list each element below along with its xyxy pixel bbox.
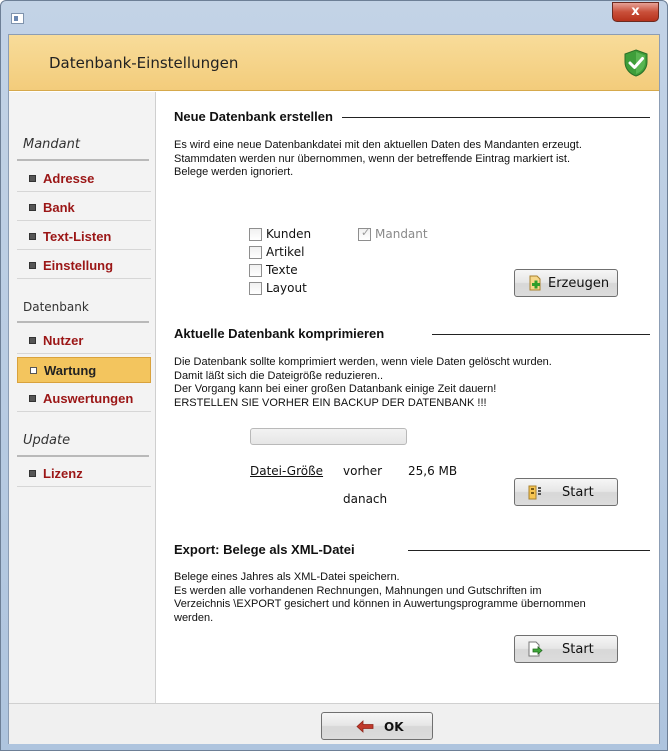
sidebar-item-label: Nutzer bbox=[43, 333, 84, 348]
export-start-button[interactable]: Start bbox=[514, 635, 618, 663]
size-before-label: vorher bbox=[343, 464, 383, 478]
app-icon bbox=[11, 13, 24, 24]
sidebar-item-lizenz[interactable]: Lizenz bbox=[17, 461, 151, 487]
compress-start-button[interactable]: Start bbox=[514, 478, 618, 506]
section-rule bbox=[408, 550, 650, 551]
ok-button[interactable]: OK bbox=[321, 712, 433, 740]
description-line: werden. bbox=[174, 611, 214, 624]
arrow-left-icon bbox=[356, 720, 374, 733]
description-line: Belege eines Jahres als XML-Datei speich… bbox=[174, 571, 400, 583]
button-label: Start bbox=[562, 485, 594, 500]
bullet-icon bbox=[29, 204, 36, 211]
shield-check-icon bbox=[624, 49, 648, 77]
sidebar-item-label: Adresse bbox=[43, 171, 95, 186]
bullet-icon bbox=[29, 262, 36, 269]
sidebar-item-adresse[interactable]: Adresse bbox=[17, 166, 151, 192]
divider bbox=[17, 455, 149, 457]
checkbox-label: Layout bbox=[266, 281, 307, 295]
section-title-compress: Aktuelle Datenbank komprimieren bbox=[174, 326, 385, 341]
description-line: Belege werden ignoriert. bbox=[174, 166, 294, 178]
content-panel: Neue Datenbank erstellen Es wird eine ne… bbox=[156, 92, 659, 703]
button-label: OK bbox=[384, 720, 404, 734]
section-new-description: Es wird eine neue Datenbankdatei mit den… bbox=[174, 139, 654, 180]
description-line: Es werden alle vorhandenen Rechnungen, M… bbox=[174, 584, 542, 597]
description-line: Verzeichnis \EXPORT gesichert und können… bbox=[174, 598, 586, 610]
erzeugen-button[interactable]: Erzeugen bbox=[514, 269, 618, 297]
checkmark-icon: ✓ bbox=[361, 226, 371, 239]
checkbox-label: Kunden bbox=[266, 227, 312, 241]
size-before-value: 25,6 MB bbox=[408, 464, 458, 478]
sidebar-item-label: Einstellung bbox=[43, 258, 114, 273]
size-after-label: danach bbox=[343, 492, 388, 506]
description-line: Es wird eine neue Datenbankdatei mit den… bbox=[174, 139, 582, 151]
checkbox-box[interactable] bbox=[249, 264, 262, 277]
header-band: Datenbank-Einstellungen bbox=[9, 35, 659, 91]
checkbox-label: Texte bbox=[266, 263, 298, 277]
sidebar-item-bank[interactable]: Bank bbox=[17, 195, 151, 221]
dialog-client: Datenbank-Einstellungen Mandant Adresse … bbox=[8, 34, 660, 744]
button-label: Start bbox=[562, 642, 594, 657]
sidebar-heading-datenbank: Datenbank bbox=[23, 300, 89, 314]
section-export-description: Belege eines Jahres als XML-Datei speich… bbox=[174, 571, 654, 625]
divider bbox=[17, 159, 149, 161]
close-button[interactable]: x bbox=[612, 2, 659, 22]
checkbox-label: Mandant bbox=[375, 227, 428, 241]
checkbox-box[interactable] bbox=[249, 228, 262, 241]
sidebar-item-label: Auswertungen bbox=[43, 391, 134, 406]
description-line: Damit läßt sich die Dateigröße reduziere… bbox=[174, 369, 384, 382]
sidebar: Mandant Adresse Bank Text-Listen Einstel… bbox=[9, 92, 156, 744]
checkbox-box[interactable]: ✓ bbox=[358, 226, 371, 241]
datei-groesse-link[interactable]: Datei-Größe bbox=[250, 464, 323, 478]
description-line: Stammdaten werden nur übernommen, wenn d… bbox=[174, 152, 570, 165]
bullet-icon bbox=[30, 367, 37, 374]
sidebar-heading-update: Update bbox=[23, 433, 71, 448]
section-title-new-db: Neue Datenbank erstellen bbox=[174, 109, 333, 124]
bullet-icon bbox=[29, 233, 36, 240]
export-file-icon bbox=[528, 641, 543, 657]
sidebar-item-label: Wartung bbox=[44, 363, 97, 378]
compress-file-icon bbox=[528, 485, 541, 500]
dialog-window: x Datenbank-Einstellungen Mandant Adress… bbox=[0, 0, 668, 751]
checkbox-box[interactable] bbox=[249, 246, 262, 259]
description-line: ERSTELLEN SIE VORHER EIN BACKUP DER DATE… bbox=[174, 396, 487, 409]
divider bbox=[17, 321, 149, 323]
section-compress-description: Die Datenbank sollte komprimiert werden,… bbox=[174, 356, 654, 410]
bullet-icon bbox=[29, 395, 36, 402]
sidebar-heading-mandant: Mandant bbox=[23, 137, 80, 152]
bullet-icon bbox=[29, 470, 36, 477]
section-title-export: Export: Belege als XML-Datei bbox=[174, 542, 355, 557]
description-line: Die Datenbank sollte komprimiert werden,… bbox=[174, 356, 552, 368]
add-file-icon bbox=[529, 275, 541, 291]
description-line: Der Vorgang kann bei einer großen Datanb… bbox=[174, 383, 497, 395]
page-title: Datenbank-Einstellungen bbox=[49, 54, 239, 72]
bullet-icon bbox=[29, 175, 36, 182]
button-label: Erzeugen bbox=[548, 276, 610, 291]
section-rule bbox=[432, 334, 650, 335]
sidebar-item-nutzer[interactable]: Nutzer bbox=[17, 328, 151, 354]
bullet-icon bbox=[29, 337, 36, 344]
sidebar-item-label: Text-Listen bbox=[43, 229, 112, 244]
checkbox-box[interactable] bbox=[249, 282, 262, 295]
title-bar[interactable]: x bbox=[1, 1, 667, 35]
sidebar-item-einstellung[interactable]: Einstellung bbox=[17, 253, 151, 279]
sidebar-item-text-listen[interactable]: Text-Listen bbox=[17, 224, 151, 250]
sidebar-item-label: Lizenz bbox=[43, 466, 83, 481]
section-rule bbox=[342, 117, 650, 118]
sidebar-item-wartung[interactable]: Wartung bbox=[17, 357, 151, 383]
compress-progress-bar bbox=[250, 428, 407, 445]
checkbox-label: Artikel bbox=[266, 245, 305, 259]
footer-bar: OK bbox=[9, 703, 659, 744]
sidebar-item-auswertungen[interactable]: Auswertungen bbox=[17, 386, 151, 412]
sidebar-item-label: Bank bbox=[43, 200, 75, 215]
